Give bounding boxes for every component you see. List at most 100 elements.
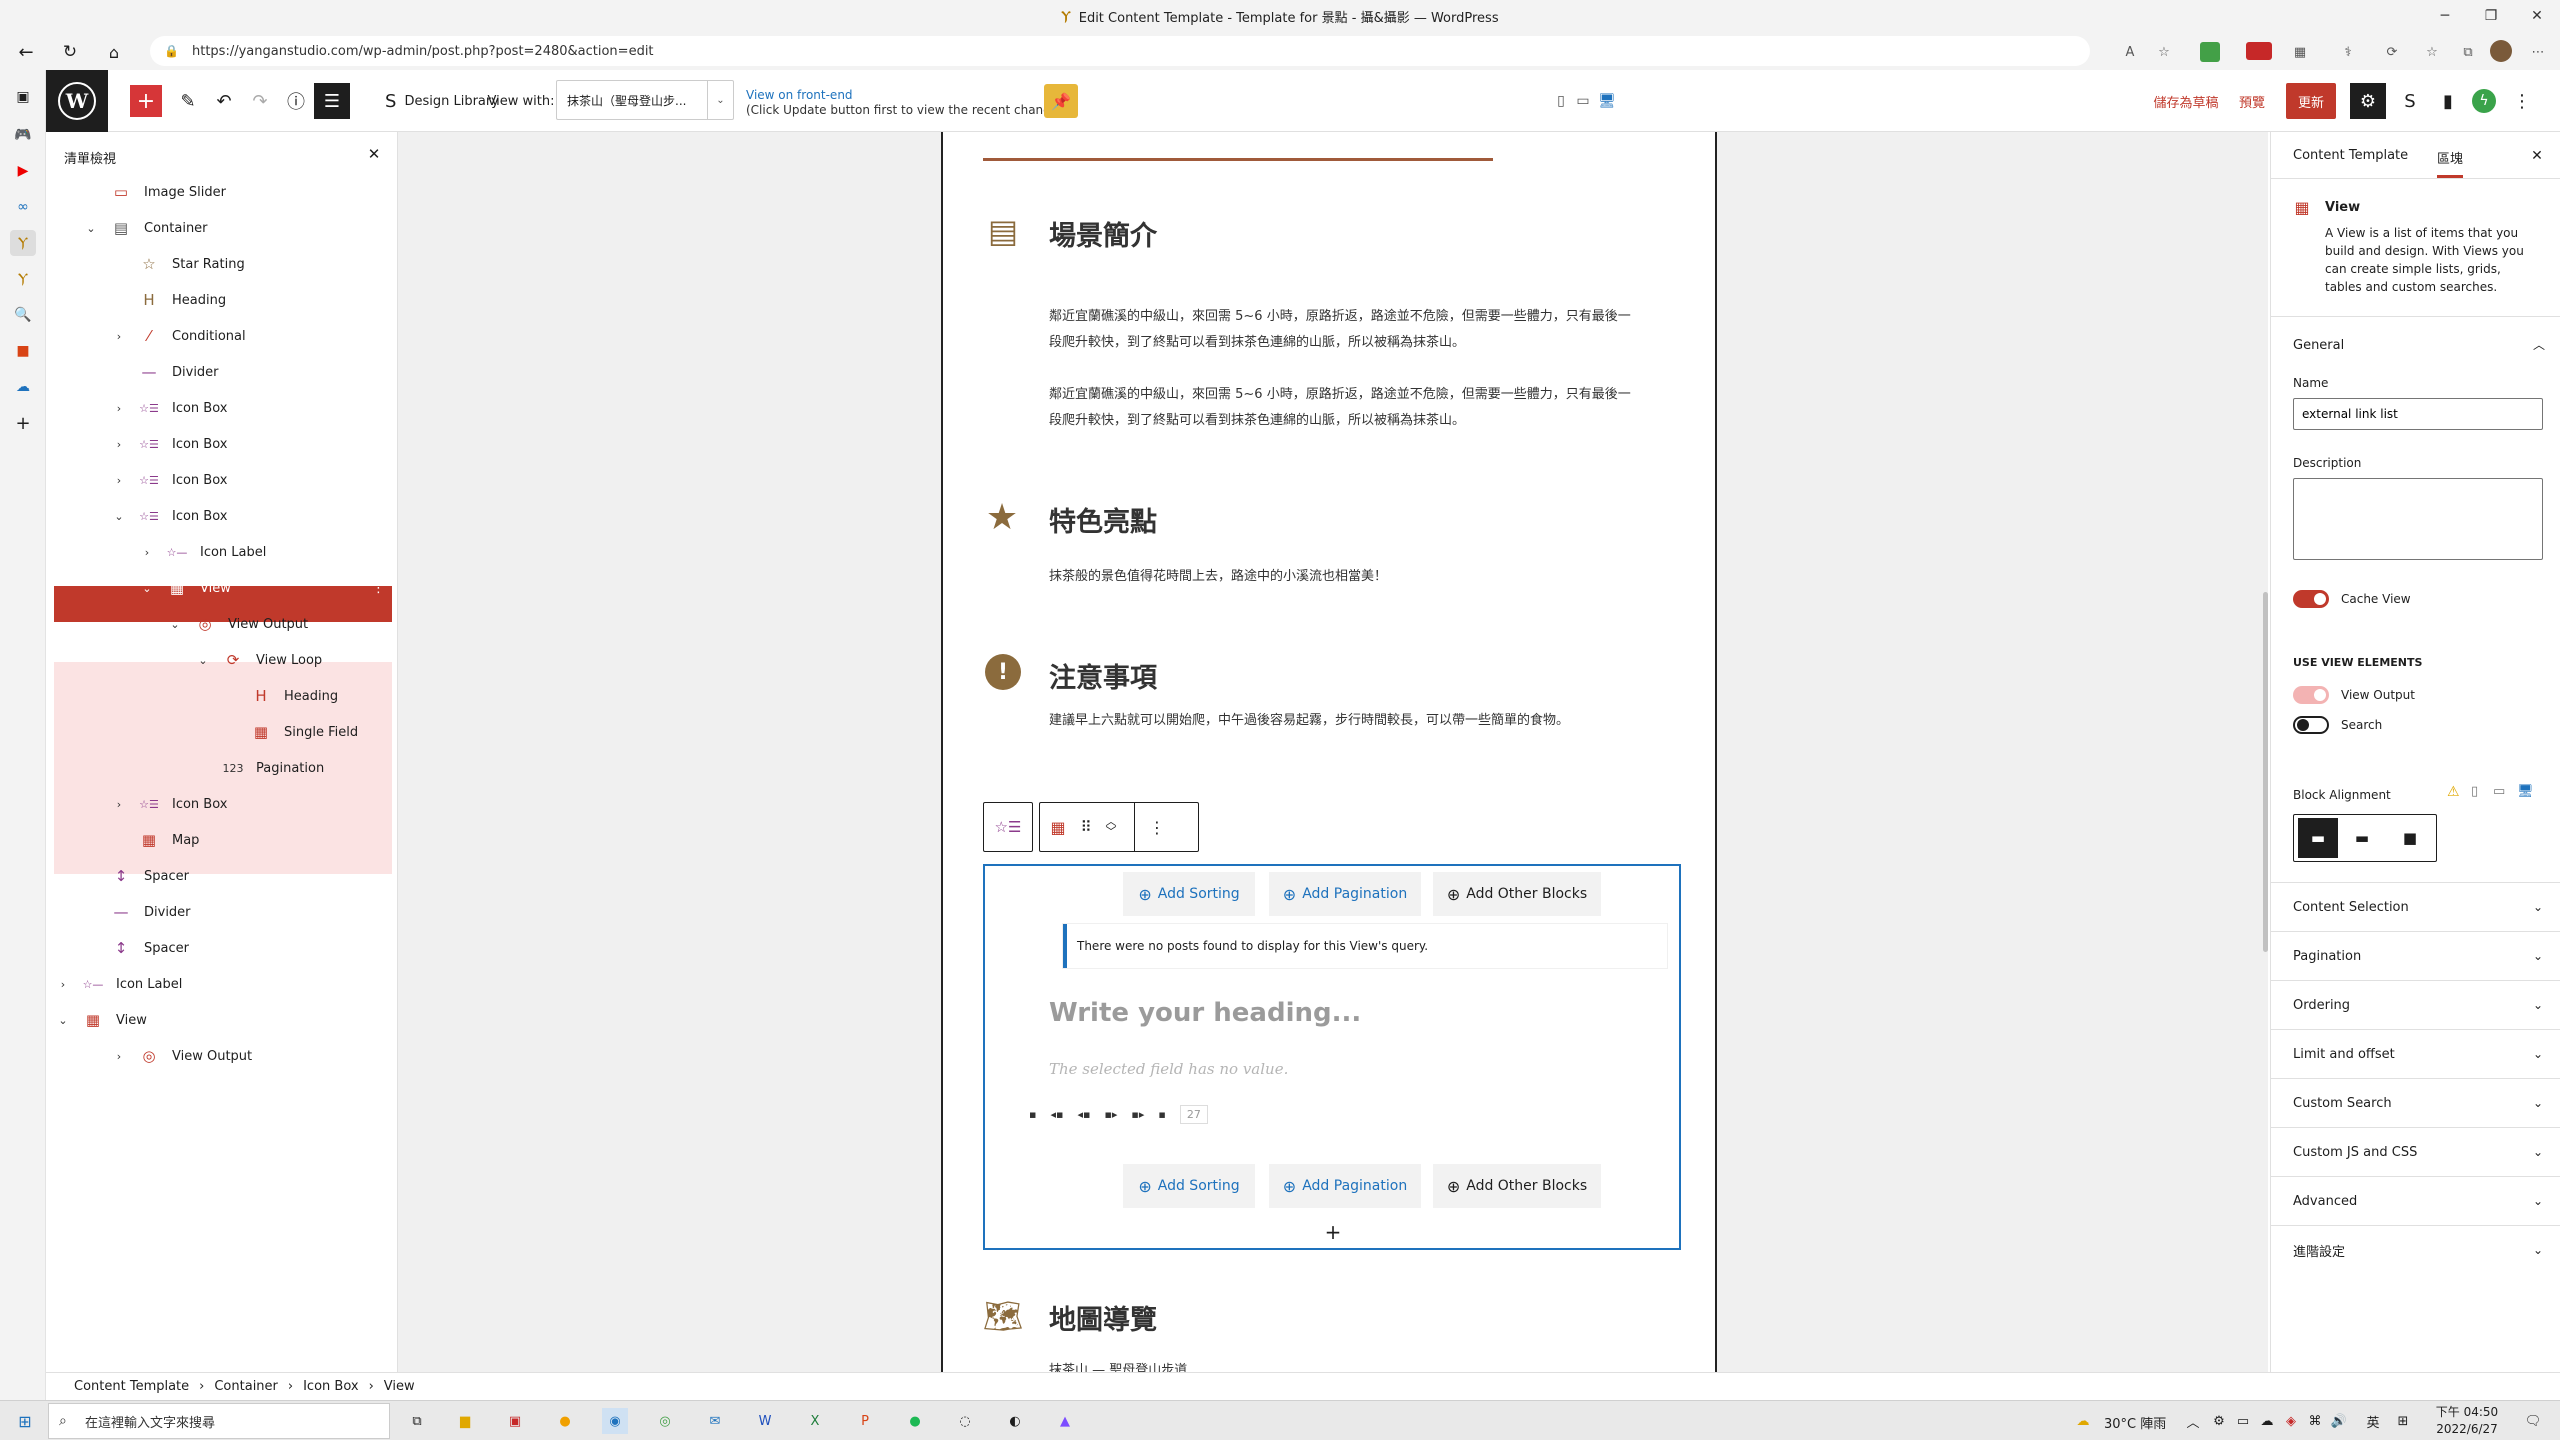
extension-red-icon[interactable]	[2246, 42, 2272, 60]
tray-chevron-icon[interactable]: ︿	[2180, 1408, 2206, 1434]
list-view-item[interactable]: › ⁄ Conditional	[54, 318, 392, 354]
view-output-toggle[interactable]	[2293, 686, 2329, 704]
last-page-icon[interactable]: ▪	[1158, 1108, 1165, 1121]
refresh-icon[interactable]: ↻	[58, 40, 82, 64]
list-view-item[interactable]: H Heading	[54, 678, 392, 714]
description-textarea[interactable]	[2293, 478, 2543, 560]
wordpress-logo[interactable]: W	[46, 70, 108, 132]
parent-block-selector[interactable]: ☆☰	[983, 802, 1033, 852]
network-icon[interactable]: ⌘	[2302, 1408, 2328, 1434]
update-button[interactable]: 更新	[2286, 83, 2336, 119]
chevron-down-icon[interactable]: ⌄	[196, 654, 210, 667]
list-view-item[interactable]: › ☆☰ Icon Box	[54, 786, 392, 822]
extension-green-icon[interactable]	[2200, 42, 2220, 62]
meta-icon[interactable]: ∞	[10, 194, 36, 220]
home-icon[interactable]: ⌂	[102, 40, 126, 64]
block-options-icon[interactable]: ⋮	[1135, 803, 1179, 851]
list-view-item[interactable]: › ☆☰ Icon Box	[54, 462, 392, 498]
chevron-down-icon[interactable]: ⌄	[56, 1014, 70, 1027]
page-count[interactable]: 27	[1179, 1104, 1208, 1124]
chevron-right-icon[interactable]: ›	[112, 402, 126, 415]
add-sorting-button-top[interactable]: ⊕ Add Sorting	[1123, 872, 1255, 916]
inspector-section[interactable]: Custom Search ⌄	[2271, 1078, 2560, 1127]
inspector-section[interactable]: Ordering ⌄	[2271, 980, 2560, 1029]
list-view-item[interactable]: ▭ Image Slider	[54, 174, 392, 210]
first-page-icon[interactable]: ▪	[1029, 1108, 1036, 1121]
tabs-icon[interactable]: ▣	[10, 84, 36, 110]
inspector-section[interactable]: Content Selection ⌄	[2271, 882, 2560, 931]
chevron-right-icon[interactable]: ›	[112, 474, 126, 487]
design-library-toolbar-icon[interactable]: S	[2392, 83, 2428, 119]
view-block-icon[interactable]: ▦	[1040, 803, 1076, 851]
app-circle-icon[interactable]: ◌	[952, 1408, 978, 1434]
chevron-up-icon[interactable]: ︿	[2533, 336, 2545, 353]
mobile-preview-icon[interactable]: ▯	[1550, 83, 1572, 119]
youtube-icon[interactable]: ▶	[10, 158, 36, 184]
chevron-down-icon[interactable]: ⌄	[140, 582, 154, 595]
add-sorting-button-bottom[interactable]: ⊕ Add Sorting	[1123, 1164, 1255, 1208]
heading-placeholder[interactable]: Write your heading...	[1049, 998, 1361, 1028]
chrome-icon[interactable]: ◎	[652, 1408, 678, 1434]
list-view-item[interactable]: H Heading	[54, 282, 392, 318]
close-window-button[interactable]: ✕	[2514, 0, 2560, 32]
list-view-item[interactable]: ⌄ ▤ Container	[54, 210, 392, 246]
inspector-section[interactable]: Advanced ⌄	[2271, 1176, 2560, 1225]
add-other-blocks-button-top[interactable]: ⊕ Add Other Blocks	[1433, 872, 1601, 916]
item-options-icon[interactable]: ⋮	[372, 581, 385, 596]
list-view-item[interactable]: — Divider	[54, 894, 392, 930]
extension-icon-2[interactable]: ⚕	[2336, 40, 2360, 64]
inspector-section[interactable]: Custom JS and CSS ⌄	[2271, 1127, 2560, 1176]
list-view-item[interactable]: › ◎ View Output	[54, 1038, 392, 1074]
add-other-blocks-button-bottom[interactable]: ⊕ Add Other Blocks	[1433, 1164, 1601, 1208]
cache-view-toggle[interactable]	[2293, 590, 2329, 608]
chevron-right-icon[interactable]: ›	[140, 546, 154, 559]
list-view-item[interactable]: ⌄ ▦ View	[54, 1002, 392, 1038]
mail-icon[interactable]: ✉	[702, 1408, 728, 1434]
chevron-down-icon[interactable]: ⌄	[112, 510, 126, 523]
inspector-section[interactable]: Pagination ⌄	[2271, 931, 2560, 980]
file-explorer-icon[interactable]: ▆	[452, 1408, 478, 1434]
taskbar-search-box[interactable]: ⌕ 在這裡輸入文字來搜尋	[48, 1403, 390, 1439]
undo-icon[interactable]: ↶	[206, 83, 242, 119]
notification-icon[interactable]: 🗨	[2520, 1408, 2546, 1434]
name-input[interactable]	[2293, 398, 2543, 430]
edit-tool-icon[interactable]: ✎	[170, 83, 206, 119]
chevron-right-icon[interactable]: ›	[112, 798, 126, 811]
collections-icon[interactable]: ⧉	[2456, 40, 2480, 64]
canvas-scrollbar-thumb[interactable]	[2263, 592, 2268, 952]
site-tab-icon-2[interactable]: Ⲩ	[10, 266, 36, 292]
ime-indicator[interactable]: 英	[2360, 1408, 2386, 1434]
details-info-icon[interactable]: ⓘ	[278, 83, 314, 119]
preview-button[interactable]: 預覽	[2230, 83, 2274, 119]
excel-icon[interactable]: X	[802, 1408, 828, 1434]
move-up-down-icon[interactable]: ︿ ﹀	[1096, 803, 1126, 851]
chevron-right-icon[interactable]: ›	[112, 1050, 126, 1063]
task-view-icon[interactable]: ⧉	[404, 1408, 430, 1434]
cloud-tray-icon[interactable]: ☁	[2254, 1408, 2280, 1434]
list-view-item[interactable]: ⌄ ☆☰ Icon Box	[54, 498, 392, 534]
ime-grid-icon[interactable]: ⊞	[2390, 1408, 2416, 1434]
sync-icon[interactable]: ⟳	[2380, 40, 2404, 64]
extension-icon[interactable]: ▦	[2288, 40, 2312, 64]
view-front-end-link[interactable]: View on front-end	[746, 88, 1069, 103]
profile-avatar[interactable]	[2490, 40, 2512, 62]
desktop-preview-icon[interactable]: 🖥	[1596, 83, 1618, 119]
minimize-button[interactable]: ─	[2422, 0, 2468, 32]
breadcrumb-content-template[interactable]: Content Template	[74, 1379, 189, 1394]
close-inspector-icon[interactable]: ✕	[2527, 146, 2547, 166]
list-view-item[interactable]: ⌄ ⟳ View Loop	[54, 642, 392, 678]
breadcrumb-container[interactable]: Container	[214, 1379, 278, 1394]
prev-page-icon[interactable]: ◂▪	[1050, 1108, 1063, 1121]
next-page-icon[interactable]: ▪▸	[1131, 1108, 1144, 1121]
chevron-right-icon[interactable]: ›	[112, 438, 126, 451]
mobile-icon[interactable]: ▯	[2471, 784, 2478, 799]
edge-icon[interactable]: ◉	[602, 1408, 628, 1434]
weather-text[interactable]: 30°C 陣雨	[2104, 1413, 2166, 1432]
view-with-select[interactable]: 抹茶山（聖母登山步... ⌄	[556, 80, 734, 120]
search-toggle[interactable]	[2293, 716, 2329, 734]
tab-block[interactable]: 區塊	[2437, 148, 2464, 178]
app-dark-icon[interactable]: ◐	[1002, 1408, 1028, 1434]
list-view-button[interactable]: ☰	[314, 83, 350, 119]
prev-icon[interactable]: ◂▪	[1077, 1108, 1090, 1121]
chevron-right-icon[interactable]: ›	[112, 330, 126, 343]
